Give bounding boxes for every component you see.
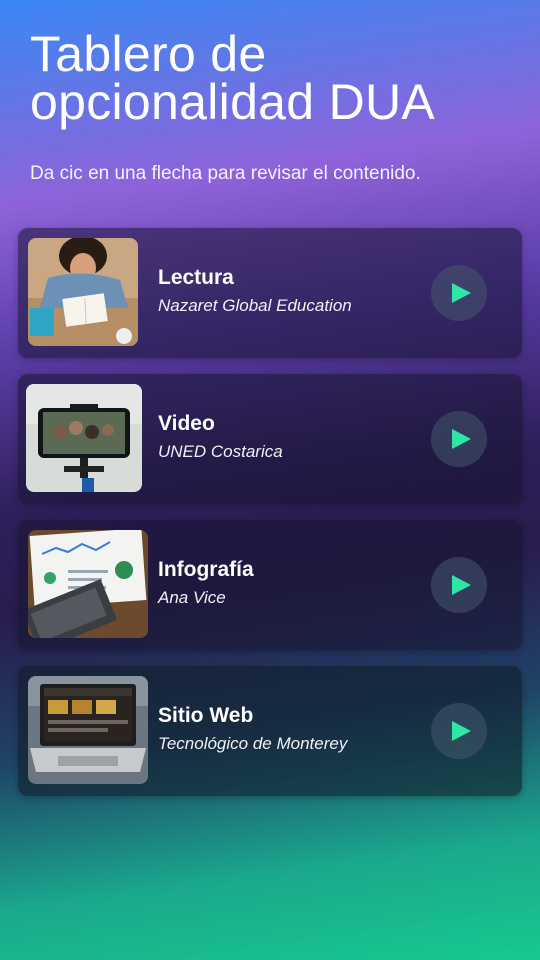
card-text: Video UNED Costarica [158,412,418,462]
content-card-lectura: Lectura Nazaret Global Education [18,228,522,358]
card-thumbnail [28,530,148,638]
card-title: Video [158,412,215,435]
play-button-infografia[interactable] [431,557,487,613]
card-title: Lectura [158,266,234,289]
play-button-sitio-web[interactable] [431,703,487,759]
play-icon [451,283,471,303]
play-button-lectura[interactable] [431,265,487,321]
card-thumbnail [26,384,142,492]
page-subtitle: Da cic en una flecha para revisar el con… [30,163,421,184]
play-icon [451,721,471,741]
content-card-video: Video UNED Costarica [18,374,522,504]
card-title: Sitio Web [158,704,254,727]
card-text: Lectura Nazaret Global Education [158,266,418,316]
content-card-list: Lectura Nazaret Global Education Video U… [18,228,522,812]
reading-photo [28,238,138,346]
header: Tablero de opcionalidad DUA [30,26,520,130]
play-icon [451,575,471,595]
laptop-website-photo [28,676,148,784]
card-source: Tecnológico de Monterey [158,734,348,753]
play-button-video[interactable] [431,411,487,467]
card-thumbnail [28,238,138,346]
card-source: Ana Vice [158,588,226,607]
phone-video-photo [26,384,142,492]
card-text: Infografía Ana Vice [158,558,418,608]
content-card-sitio-web: Sitio Web Tecnológico de Monterey [18,666,522,796]
infographic-photo [28,530,148,638]
card-thumbnail [28,676,148,784]
card-source: UNED Costarica [158,442,283,461]
content-card-infografia: Infografía Ana Vice [18,520,522,650]
page-title: Tablero de opcionalidad DUA [30,26,436,130]
card-text: Sitio Web Tecnológico de Monterey [158,704,418,754]
play-icon [451,429,471,449]
card-title: Infografía [158,558,254,581]
card-source: Nazaret Global Education [158,296,352,315]
